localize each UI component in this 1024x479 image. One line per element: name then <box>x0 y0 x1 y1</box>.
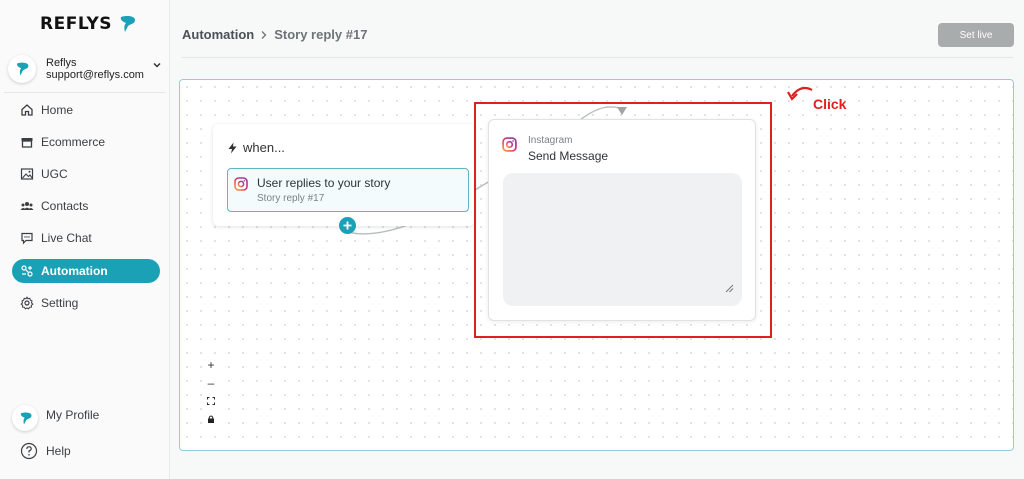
lock-icon <box>208 415 214 423</box>
sidebar-divider <box>4 92 166 93</box>
account-info: Reflys support@reflys.com <box>46 57 144 81</box>
sidebar-item-label: Ecommerce <box>41 135 106 149</box>
profile-label: My Profile <box>46 408 100 422</box>
resize-handle-icon[interactable] <box>725 284 734 293</box>
sidebar-item-label: Automation <box>41 264 108 278</box>
sidebar-item-contacts[interactable]: Contacts <box>12 194 160 218</box>
sidebar-item-label: Home <box>41 103 74 117</box>
add-step-button[interactable] <box>339 217 356 234</box>
account-avatar <box>8 55 36 83</box>
store-icon <box>21 138 33 148</box>
account-switcher[interactable]: Reflys support@reflys.com <box>8 52 166 86</box>
fit-view-icon <box>207 397 215 405</box>
sidebar-item-label: Contacts <box>41 199 89 213</box>
message-node-title: Send Message <box>528 149 609 163</box>
reflys-logo-icon <box>20 412 31 424</box>
zoom-in-button[interactable]: + <box>203 356 219 374</box>
instagram-icon <box>502 137 517 152</box>
flow-canvas[interactable]: when... User replies to your story Story… <box>179 79 1014 451</box>
fit-view-button[interactable] <box>203 392 219 410</box>
breadcrumb-automation[interactable]: Automation <box>182 27 254 42</box>
when-label: when... <box>243 140 285 155</box>
reflys-logo-icon <box>17 62 29 76</box>
account-name: Reflys <box>46 57 77 69</box>
trigger-node-title: when... <box>227 140 285 155</box>
help-icon <box>20 442 38 460</box>
brand-name: REFLYS <box>40 14 113 34</box>
trigger-node[interactable]: when... User replies to your story Story… <box>213 124 475 226</box>
header-divider <box>182 57 1014 58</box>
sidebar-item-label: Setting <box>41 296 79 310</box>
set-live-button[interactable]: Set live <box>938 23 1014 47</box>
account-email: support@reflys.com <box>46 69 144 81</box>
sidebar-item-setting[interactable]: Setting <box>12 291 160 315</box>
message-input[interactable] <box>503 173 742 306</box>
send-message-node[interactable]: Instagram Send Message <box>488 119 756 321</box>
sidebar-item-home[interactable]: Home <box>12 98 160 122</box>
sidebar-item-live-chat[interactable]: Live Chat <box>12 226 160 250</box>
home-icon <box>21 104 33 116</box>
reflys-logo-icon <box>120 16 136 32</box>
breadcrumb: Automation Story reply #17 <box>182 27 367 42</box>
automation-icon <box>21 265 33 277</box>
click-arrow-icon <box>787 86 813 101</box>
sidebar-item-label: Live Chat <box>41 231 92 245</box>
help-label: Help <box>46 444 71 458</box>
profile-avatar <box>12 405 38 431</box>
connector-arrow-icon <box>617 107 627 115</box>
story-reply-trigger[interactable]: User replies to your story Story reply #… <box>227 168 469 212</box>
gear-icon <box>20 296 34 310</box>
sidebar: REFLYS Reflys support@reflys.com Home Ec… <box>0 0 170 479</box>
sidebar-item-my-profile[interactable]: My Profile <box>12 405 99 431</box>
image-icon <box>20 168 34 180</box>
trigger-title: User replies to your story <box>257 176 391 190</box>
sidebar-item-automation[interactable]: Automation <box>12 259 160 283</box>
chevron-right-icon <box>261 30 267 39</box>
chat-icon <box>21 232 33 245</box>
plus-icon <box>343 221 352 230</box>
brand-logo[interactable]: REFLYS <box>40 13 137 35</box>
sidebar-item-label: UGC <box>41 167 68 181</box>
lock-button[interactable] <box>203 410 219 428</box>
sidebar-item-help[interactable]: Help <box>20 442 71 460</box>
chevron-down-icon[interactable] <box>152 60 162 70</box>
breadcrumb-current: Story reply #17 <box>274 27 368 42</box>
sidebar-item-ecommerce[interactable]: Ecommerce <box>12 130 160 154</box>
message-provider: Instagram <box>528 135 573 146</box>
zoom-controls: + – <box>203 356 219 428</box>
zoom-out-button[interactable]: – <box>203 374 219 392</box>
lightning-icon <box>228 142 237 153</box>
sidebar-item-ugc[interactable]: UGC <box>12 162 160 186</box>
users-icon <box>20 202 34 210</box>
trigger-subtitle: Story reply #17 <box>257 193 325 204</box>
click-annotation: Click <box>813 96 847 112</box>
instagram-icon <box>234 177 248 191</box>
